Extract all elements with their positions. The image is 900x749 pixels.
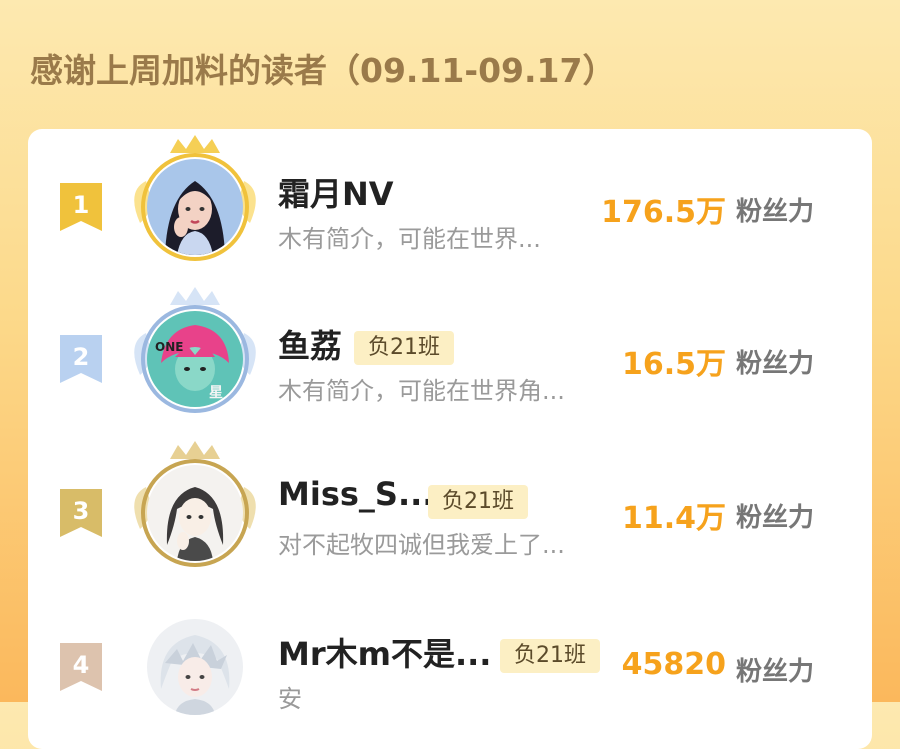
avatar-girl-icon bbox=[147, 159, 243, 255]
fans-label: 粉丝力 bbox=[736, 349, 815, 379]
list-item[interactable]: 1 霜月NV 木有简介，可能在世界... 176.5万 粉丝力 bbox=[28, 129, 872, 279]
rank-badge: 3 bbox=[60, 489, 102, 537]
reader-name[interactable]: 鱼荔 bbox=[278, 321, 342, 367]
fans-value: 176.5万 bbox=[601, 195, 726, 230]
fans-value: 16.5万 bbox=[621, 347, 726, 382]
fans-label: 粉丝力 bbox=[736, 657, 815, 687]
avatar-anime-pink-hair-icon: 星 ONE bbox=[147, 311, 243, 407]
avatar-frame[interactable] bbox=[120, 131, 270, 271]
rank-badge: 1 bbox=[60, 183, 102, 231]
reader-name[interactable]: 霜月NV bbox=[278, 169, 394, 215]
reader-ranking-list: 1 霜月NV 木有简介，可能在世界... 176.5万 粉丝力 2 星 ONE … bbox=[28, 129, 872, 749]
reader-name[interactable]: Mr木m不是... bbox=[278, 629, 491, 675]
list-item[interactable]: 2 星 ONE 鱼荔 负21班 木有简介，可能在世界角... 16.5万 粉丝力 bbox=[28, 281, 872, 431]
svg-text:星: 星 bbox=[209, 385, 223, 401]
avatar bbox=[147, 465, 243, 561]
fans-label: 粉丝力 bbox=[736, 197, 815, 227]
avatar-frame[interactable] bbox=[120, 437, 270, 577]
page-title: 感谢上周加料的读者（09.11-09.17） bbox=[30, 51, 616, 90]
avatar bbox=[147, 159, 243, 255]
avatar bbox=[147, 619, 243, 715]
fans-label: 粉丝力 bbox=[736, 503, 815, 533]
class-badge: 负21班 bbox=[428, 485, 528, 519]
reader-name[interactable]: Miss_S... bbox=[278, 475, 434, 513]
avatar-sketch-girl-icon bbox=[147, 465, 243, 561]
avatar-frame[interactable]: 星 ONE bbox=[120, 283, 270, 423]
avatar: 星 ONE bbox=[147, 311, 243, 407]
reader-description: 木有简介，可能在世界角... bbox=[278, 377, 565, 405]
avatar-white-hair-icon bbox=[147, 619, 243, 715]
fans-value: 11.4万 bbox=[621, 501, 726, 536]
rank-badge: 2 bbox=[60, 335, 102, 383]
fans-value: 45820 bbox=[621, 647, 726, 682]
rank-badge: 4 bbox=[60, 643, 102, 691]
list-item[interactable]: 4 Mr木m不是... 负21班 安 45820 粉丝力 bbox=[28, 589, 872, 739]
reader-description: 对不起牧四诚但我爱上了... bbox=[278, 531, 565, 559]
reader-description: 安 bbox=[278, 685, 302, 713]
avatar-frame[interactable] bbox=[120, 591, 270, 731]
list-item[interactable]: 3 Miss_S... 负21班 对不起牧四诚但我爱上了... 11.4万 粉丝… bbox=[28, 435, 872, 585]
reader-description: 木有简介，可能在世界... bbox=[278, 225, 541, 253]
class-badge: 负21班 bbox=[354, 331, 454, 365]
svg-text:ONE: ONE bbox=[155, 340, 183, 354]
